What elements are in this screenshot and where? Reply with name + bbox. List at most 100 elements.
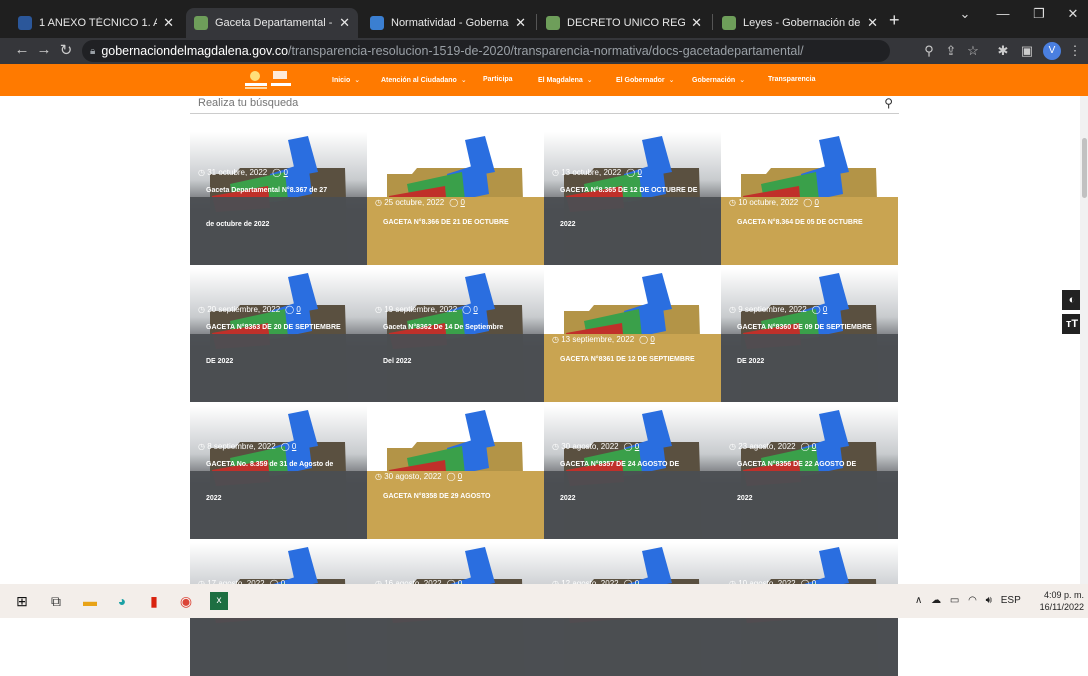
tab-close-icon[interactable]: ✕: [515, 15, 526, 31]
tab-favicon-icon: [194, 16, 208, 30]
card-title[interactable]: GACETA N°8361 DE 12 DE SEPTIEMBRE: [560, 343, 713, 376]
card-title-line2[interactable]: DE 2022: [206, 345, 359, 378]
browser-tab[interactable]: 1 ANEXO TÉCNICO 1. ACCES ✕: [10, 8, 182, 38]
gaceta-card[interactable]: ◷ 30 agosto, 2022 ◯ 0 GACETA N°8358 DE 29 …: [367, 406, 544, 539]
new-tab-button[interactable]: +: [889, 10, 900, 31]
task-view-icon[interactable]: ⧉: [46, 591, 66, 611]
tab-search-icon[interactable]: ⌄: [950, 6, 980, 22]
card-title-line2[interactable]: Del 2022: [383, 345, 536, 378]
tab-close-icon[interactable]: ✕: [339, 15, 350, 31]
clock[interactable]: 4:09 p. m. 16/11/2022: [1038, 589, 1084, 613]
card-title-line2[interactable]: DE 2022: [737, 345, 890, 378]
card-title[interactable]: GACETA N°8360 DE 09 DE SEPTIEMBRE: [737, 311, 890, 344]
back-icon[interactable]: ←: [12, 41, 32, 58]
tab-close-icon[interactable]: ✕: [691, 15, 702, 31]
search-input[interactable]: [198, 97, 798, 109]
browser-tab[interactable]: Leyes - Gobernación del Mag ✕: [714, 8, 886, 38]
contrast-icon[interactable]: ◐: [1062, 290, 1082, 310]
gaceta-card[interactable]: ◷ 23 agosto, 2022 ◯ 0 GACETA N°8356 DE 22 …: [721, 406, 898, 539]
gaceta-card[interactable]: ◷ 8 septiembre, 2022 ◯ 0 GACETA No. 8.359 …: [190, 406, 367, 539]
profile-avatar[interactable]: V: [1043, 42, 1061, 60]
tab-title: DECRETO UNICO REGLAMEN: [567, 17, 686, 29]
url-input[interactable]: 🔒︎ gobernaciondelmagdalena.gov.co/transp…: [82, 40, 890, 62]
chevron-down-icon: ⌄: [354, 77, 361, 84]
gaceta-card[interactable]: ◷ 13 septiembre, 2022 ◯ 0 GACETA N°8361 DE…: [544, 269, 721, 402]
text-size-icon[interactable]: тT: [1062, 314, 1082, 334]
card-title[interactable]: Gaceta N°8362 De 14 De Septiembre: [383, 311, 536, 344]
nav-item[interactable]: Atención al Ciudadano ⌄: [381, 76, 467, 84]
scrollbar-thumb[interactable]: [1082, 138, 1087, 198]
card-title[interactable]: GACETA N°8356 DE 22 AGOSTO DE: [737, 448, 890, 481]
nav-item-label: Gobernación: [692, 77, 736, 84]
gaceta-card[interactable]: ◷ 31 octubre, 2022 ◯ 0 Gaceta Departamenta…: [190, 132, 367, 265]
windows-start-icon[interactable]: ⊞: [12, 591, 32, 611]
nav-item[interactable]: Inicio ⌄: [332, 76, 360, 84]
browser-tab[interactable]: DECRETO UNICO REGLAMEN ✕: [538, 8, 710, 38]
nav-item[interactable]: El Gobernador ⌄: [616, 76, 675, 84]
gaceta-card[interactable]: ◷ 9 septiembre, 2022 ◯ 0 GACETA N°8360 DE …: [721, 269, 898, 402]
minimize-icon[interactable]: —: [988, 6, 1018, 21]
tab-close-icon[interactable]: ✕: [163, 15, 174, 31]
share-icon[interactable]: ⇪: [942, 43, 960, 59]
chrome-icon[interactable]: ◉: [176, 591, 196, 611]
reload-icon[interactable]: ↻: [56, 41, 76, 59]
zoom-icon[interactable]: ⚲: [920, 43, 938, 59]
extensions-icon[interactable]: ✱: [994, 43, 1012, 59]
restore-icon[interactable]: ❐: [1024, 6, 1054, 22]
office-icon[interactable]: ▮: [144, 591, 164, 611]
nav-item-label: Inicio: [332, 77, 351, 84]
close-window-icon[interactable]: ✕: [1058, 6, 1088, 22]
card-title[interactable]: GACETA N°8358 DE 29 AGOSTO: [383, 480, 536, 513]
browser-tab[interactable]: Gaceta Departamental - Gob ✕: [186, 8, 358, 38]
gaceta-card[interactable]: ◷ 30 agosto, 2022 ◯ 0 GACETA N°8357 DE 24 …: [544, 406, 721, 539]
nav-item-label: Transparencia: [768, 76, 816, 83]
nav-item[interactable]: Participa: [483, 76, 513, 83]
network-icon[interactable]: ▭: [950, 595, 959, 606]
nav-item[interactable]: Gobernación ⌄: [692, 76, 745, 84]
volume-icon[interactable]: 🔊︎: [986, 595, 992, 606]
gobernacion-logo[interactable]: [243, 68, 308, 92]
browser-tab[interactable]: Normatividad - Gobernación ✕: [362, 8, 534, 38]
card-title[interactable]: GACETA N°8.365 DE 12 DE OCTUBRE DE: [560, 174, 713, 207]
card-title[interactable]: Gaceta Departamental N°8.367 de 27: [206, 174, 359, 207]
windows-taskbar: ⊞ ⧉ ▬ ◕ ▮ ◉ x ∧ ☁ ▭ ◠ 🔊︎ ESP 4:09 p. m. …: [0, 584, 1088, 618]
onedrive-icon[interactable]: ☁: [931, 595, 941, 606]
nav-item[interactable]: Transparencia: [768, 76, 815, 83]
card-title[interactable]: GACETA N°8357 DE 24 AGOSTO DE: [560, 448, 713, 481]
card-title-line2[interactable]: 2022: [737, 482, 890, 515]
url-host: gobernaciondelmagdalena.gov.co: [101, 44, 289, 58]
tab-title: Gaceta Departamental - Gob: [215, 17, 333, 29]
gaceta-card[interactable]: ◷ 25 octubre, 2022 ◯ 0 GACETA N°8.366 DE 2…: [367, 132, 544, 265]
card-title-line2[interactable]: 2022: [560, 482, 713, 515]
menu-icon[interactable]: ⋮: [1066, 43, 1084, 59]
chevron-up-icon[interactable]: ∧: [915, 595, 922, 606]
excel-icon[interactable]: x: [210, 592, 228, 610]
tab-favicon-icon: [18, 16, 32, 30]
bookmark-star-icon[interactable]: ☆: [964, 43, 982, 59]
gaceta-card[interactable]: ◷ 10 octubre, 2022 ◯ 0 GACETA N°8.364 DE 0…: [721, 132, 898, 265]
lock-icon: 🔒︎: [90, 45, 96, 57]
tab-title: 1 ANEXO TÉCNICO 1. ACCES: [39, 17, 158, 29]
card-title-line2[interactable]: 2022: [206, 482, 359, 515]
search-icon[interactable]: ⚲: [884, 96, 893, 110]
forward-icon[interactable]: →: [34, 41, 54, 58]
card-title[interactable]: GACETA N°8363 DE 20 DE SEPTIEMBRE: [206, 311, 359, 344]
nav-item[interactable]: El Magdalena ⌄: [538, 76, 593, 84]
card-title-line2[interactable]: de octubre de 2022: [206, 208, 359, 241]
edge-icon[interactable]: ◕: [112, 591, 132, 611]
file-explorer-icon[interactable]: ▬: [80, 591, 100, 611]
gaceta-card[interactable]: ◷ 19 septiembre, 2022 ◯ 0 Gaceta N°8362 De…: [367, 269, 544, 402]
sidepanel-icon[interactable]: ▣: [1018, 43, 1036, 59]
tab-close-icon[interactable]: ✕: [867, 15, 878, 31]
tab-title: Normatividad - Gobernación: [391, 17, 509, 29]
language-indicator[interactable]: ESP: [1001, 595, 1021, 606]
wifi-icon[interactable]: ◠: [968, 595, 977, 606]
card-title-line2[interactable]: 2022: [560, 208, 713, 241]
tab-favicon-icon: [722, 16, 736, 30]
browser-tab-bar: 1 ANEXO TÉCNICO 1. ACCES✕Gaceta Departam…: [0, 0, 1088, 38]
card-title[interactable]: GACETA N°8.364 DE 05 DE OCTUBRE: [737, 206, 890, 239]
card-title[interactable]: GACETA N°8.366 DE 21 DE OCTUBRE: [383, 206, 536, 239]
card-title[interactable]: GACETA No. 8.359 de 31 de Agosto de: [206, 448, 359, 481]
gaceta-card[interactable]: ◷ 13 octubre, 2022 ◯ 0 GACETA N°8.365 DE 1…: [544, 132, 721, 265]
gaceta-card[interactable]: ◷ 20 septiembre, 2022 ◯ 0 GACETA N°8363 DE…: [190, 269, 367, 402]
